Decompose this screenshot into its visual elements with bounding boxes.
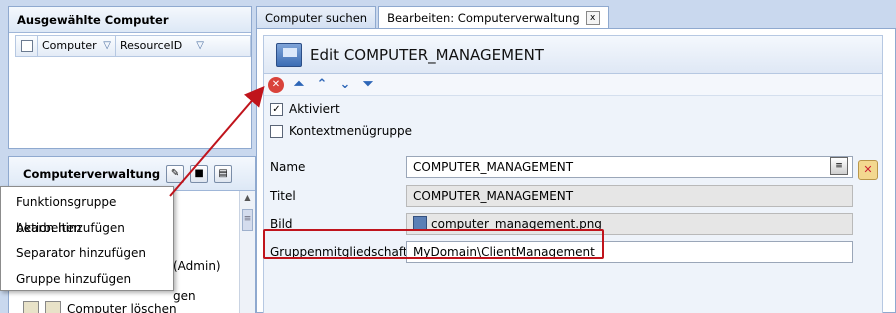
- menu-item-add-group[interactable]: Gruppe hinzufügen: [1, 267, 173, 293]
- name-row: Name COMPUTER_MANAGEMENT ≡ ✕: [264, 156, 882, 180]
- image-filename: computer_management.png: [431, 217, 602, 231]
- checkbox-activated[interactable]: ✓ Aktiviert: [264, 98, 882, 120]
- image-label: Bild: [270, 217, 293, 231]
- window-edit-icon: [276, 42, 302, 67]
- tab-computer-search[interactable]: Computer suchen: [256, 6, 377, 28]
- scroll-thumb[interactable]: ≡: [242, 209, 253, 231]
- move-up-icon[interactable]: ⌃: [314, 77, 330, 93]
- edit-panel: Edit COMPUTER_MANAGEMENT ✕ ⏶ ⌃ ⌄ ⏷ ✓ Akt…: [256, 28, 896, 313]
- computer-icon: [23, 301, 39, 313]
- move-top-icon[interactable]: ⏶: [291, 77, 307, 93]
- title-label: Titel: [270, 189, 296, 203]
- selected-computers-title: Ausgewählte Computer: [9, 7, 251, 33]
- computer-management-title: Computerverwaltung: [23, 166, 161, 181]
- menu-item-add-action[interactable]: Aktion hinzufügen: [1, 216, 173, 242]
- title-field: COMPUTER_MANAGEMENT: [406, 185, 853, 207]
- checkbox-icon: [20, 40, 33, 52]
- checkbox-label: Aktiviert: [289, 102, 340, 116]
- move-bottom-icon[interactable]: ⏷: [360, 77, 376, 93]
- edit-group-icon[interactable]: ✎: [166, 164, 185, 183]
- group-membership-row: Gruppenmitgliedschaft MyDomain\ClientMan…: [264, 241, 882, 265]
- image-field[interactable]: computer_management.png: [406, 213, 853, 235]
- close-icon[interactable]: x: [585, 10, 600, 25]
- group-membership-label: Gruppenmitgliedschaft: [270, 245, 408, 259]
- export-icon[interactable]: ▤: [214, 164, 233, 183]
- pick-name-icon[interactable]: ≡: [830, 157, 848, 175]
- list-item-label: Computer löschen: [67, 302, 177, 313]
- filter-icon[interactable]: ▽: [103, 36, 111, 56]
- column-header-resourceid[interactable]: ResourceID ▽: [116, 36, 208, 56]
- tab-bar: Computer suchen Bearbeiten: Computerverw…: [256, 6, 611, 28]
- column-label: Computer: [42, 39, 97, 52]
- checkbox-icon[interactable]: [270, 124, 283, 138]
- list-item-delete-computer[interactable]: Computer löschen: [23, 301, 177, 313]
- column-header-computer[interactable]: Computer ▽: [38, 36, 116, 56]
- page-title: Edit COMPUTER_MANAGEMENT: [310, 45, 544, 64]
- title-row: Titel COMPUTER_MANAGEMENT: [264, 185, 882, 209]
- edit-title-bar: Edit COMPUTER_MANAGEMENT: [264, 36, 882, 74]
- tab-edit-computer-management[interactable]: Bearbeiten: Computerverwaltung x: [378, 6, 609, 28]
- delete-icon[interactable]: ✕: [268, 76, 284, 93]
- save-icon[interactable]: ■: [190, 164, 209, 183]
- filter-icon[interactable]: ▽: [196, 36, 204, 56]
- image-file-icon: [413, 216, 427, 230]
- move-down-icon[interactable]: ⌄: [337, 77, 353, 93]
- select-all-checkbox[interactable]: [16, 36, 38, 56]
- context-menu: Funktionsgruppe bearbeiten Aktion hinzuf…: [0, 186, 174, 291]
- selected-computers-panel: Ausgewählte Computer Computer ▽ Resource…: [8, 6, 252, 149]
- checkbox-checked-icon[interactable]: ✓: [270, 102, 283, 116]
- checkbox-label: Kontextmenügruppe: [289, 124, 412, 138]
- clear-icon[interactable]: ✕: [858, 160, 878, 180]
- action-icon: [45, 301, 61, 313]
- checkbox-context-menu-group[interactable]: Kontextmenügruppe: [264, 120, 882, 142]
- vertical-scrollbar[interactable]: ▲ ≡: [239, 191, 255, 313]
- name-field[interactable]: COMPUTER_MANAGEMENT: [406, 156, 853, 178]
- scroll-up-icon[interactable]: ▲: [240, 191, 255, 205]
- menu-item-edit-function-group[interactable]: Funktionsgruppe bearbeiten: [1, 190, 173, 235]
- edit-form-container: Edit COMPUTER_MANAGEMENT ✕ ⏶ ⌃ ⌄ ⏷ ✓ Akt…: [263, 35, 883, 313]
- image-row: Bild computer_management.png: [264, 213, 882, 237]
- menu-item-add-separator[interactable]: Separator hinzufügen: [1, 241, 173, 267]
- name-label: Name: [270, 160, 306, 174]
- column-label: ResourceID: [120, 39, 183, 52]
- edit-toolbar: ✕ ⏶ ⌃ ⌄ ⏷: [264, 74, 882, 96]
- tab-label: Computer suchen: [265, 10, 368, 25]
- group-membership-field[interactable]: MyDomain\ClientManagement: [406, 241, 853, 263]
- edit-form: ✓ Aktiviert Kontextmenügruppe Name COMPU…: [264, 98, 882, 263]
- tab-label: Bearbeiten: Computerverwaltung: [387, 10, 580, 25]
- selected-computers-grid-header: Computer ▽ ResourceID ▽: [15, 35, 251, 57]
